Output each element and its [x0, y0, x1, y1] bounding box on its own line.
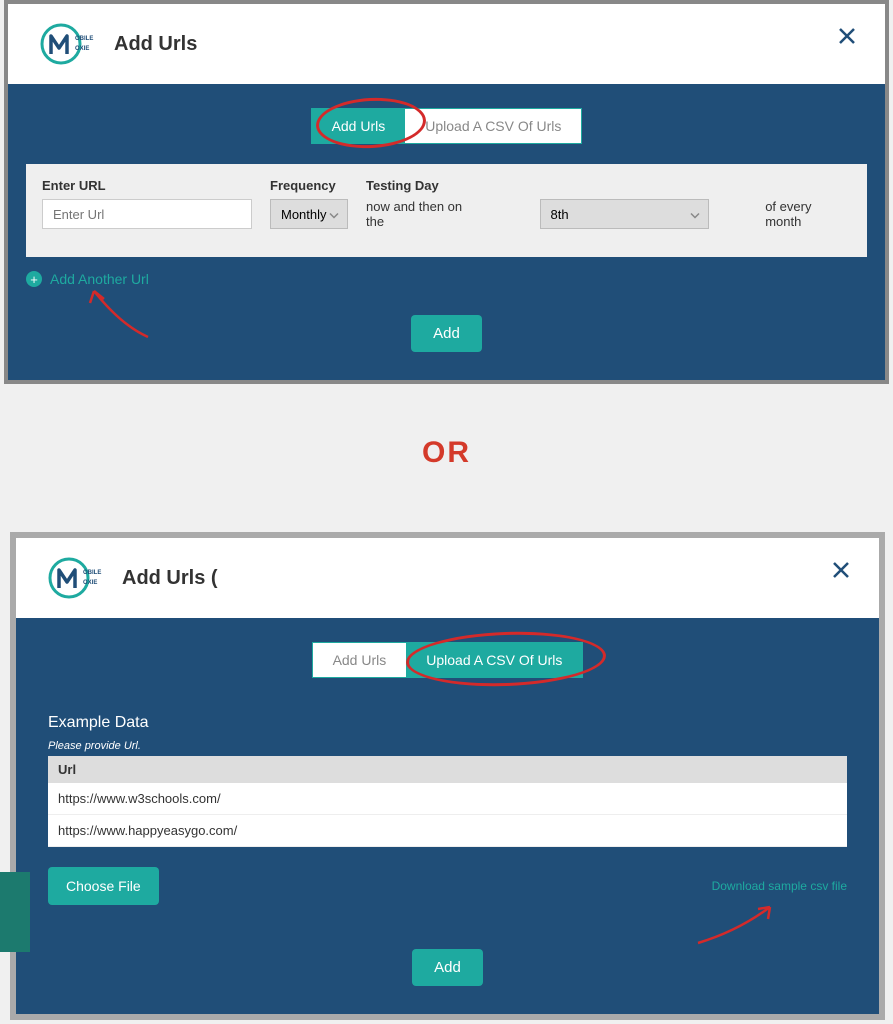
example-sub-text: Please provide Url.	[48, 740, 847, 752]
table-header-url: Url	[48, 756, 847, 783]
tab-upload-csv[interactable]: Upload A CSV Of Urls	[405, 109, 581, 143]
day-select[interactable]: 8th	[540, 199, 710, 229]
tab-upload-csv[interactable]: Upload A CSV Of Urls	[406, 643, 582, 677]
table-cell: https://www.w3schools.com/	[48, 783, 847, 815]
table-cell: https://www.happyeasygo.com/	[48, 815, 847, 847]
close-button[interactable]	[827, 556, 855, 584]
annotation-arrow	[76, 285, 166, 345]
plus-icon: +	[26, 271, 42, 287]
download-sample-link[interactable]: Download sample csv file	[712, 879, 847, 893]
tabs-container: Add Urls Upload A CSV Of Urls	[48, 642, 847, 678]
example-data-heading: Example Data	[48, 714, 847, 732]
frequency-value: Monthly	[281, 207, 327, 222]
url-input[interactable]	[42, 199, 252, 229]
url-form-row: Enter URL Frequency Monthly Testing Day …	[26, 164, 867, 257]
day-value: 8th	[551, 207, 569, 222]
close-button[interactable]	[833, 22, 861, 50]
frequency-label: Frequency	[270, 178, 348, 193]
modal-header: OBILE OXIE Add Urls	[8, 4, 885, 84]
testing-prefix-text: now and then on the	[366, 199, 484, 229]
background-strip	[0, 872, 30, 952]
example-table: Url https://www.w3schools.com/ https://w…	[48, 756, 847, 847]
add-button[interactable]: Add	[412, 949, 483, 986]
or-divider: OR	[0, 384, 893, 532]
frequency-select[interactable]: Monthly	[270, 199, 348, 229]
svg-text:OXIE: OXIE	[83, 580, 97, 586]
modal-title: Add Urls	[114, 33, 197, 56]
add-button[interactable]: Add	[411, 315, 482, 352]
svg-text:OBILE: OBILE	[83, 570, 101, 576]
close-icon	[832, 561, 850, 579]
close-icon	[838, 27, 856, 45]
enter-url-label: Enter URL	[42, 178, 252, 193]
chevron-down-icon	[329, 207, 339, 222]
modal-header: OBILE OXIE Add Urls (	[16, 538, 879, 618]
table-row: https://www.w3schools.com/	[48, 783, 847, 815]
testing-suffix-text: of every month	[765, 199, 851, 229]
modal-title: Add Urls (	[122, 567, 218, 590]
choose-file-button[interactable]: Choose File	[48, 867, 159, 905]
chevron-down-icon	[690, 207, 700, 222]
svg-text:OBILE: OBILE	[75, 36, 93, 42]
tab-add-urls[interactable]: Add Urls	[313, 643, 407, 677]
svg-text:OXIE: OXIE	[75, 46, 89, 52]
tab-add-urls[interactable]: Add Urls	[312, 109, 406, 143]
testing-day-label: Testing Day	[366, 178, 851, 193]
mobile-moxie-logo: OBILE OXIE	[44, 556, 110, 600]
mobile-moxie-logo: OBILE OXIE	[36, 22, 102, 66]
table-row: https://www.happyeasygo.com/	[48, 815, 847, 847]
tabs-container: Add Urls Upload A CSV Of Urls	[26, 108, 867, 144]
annotation-arrow	[688, 901, 788, 951]
